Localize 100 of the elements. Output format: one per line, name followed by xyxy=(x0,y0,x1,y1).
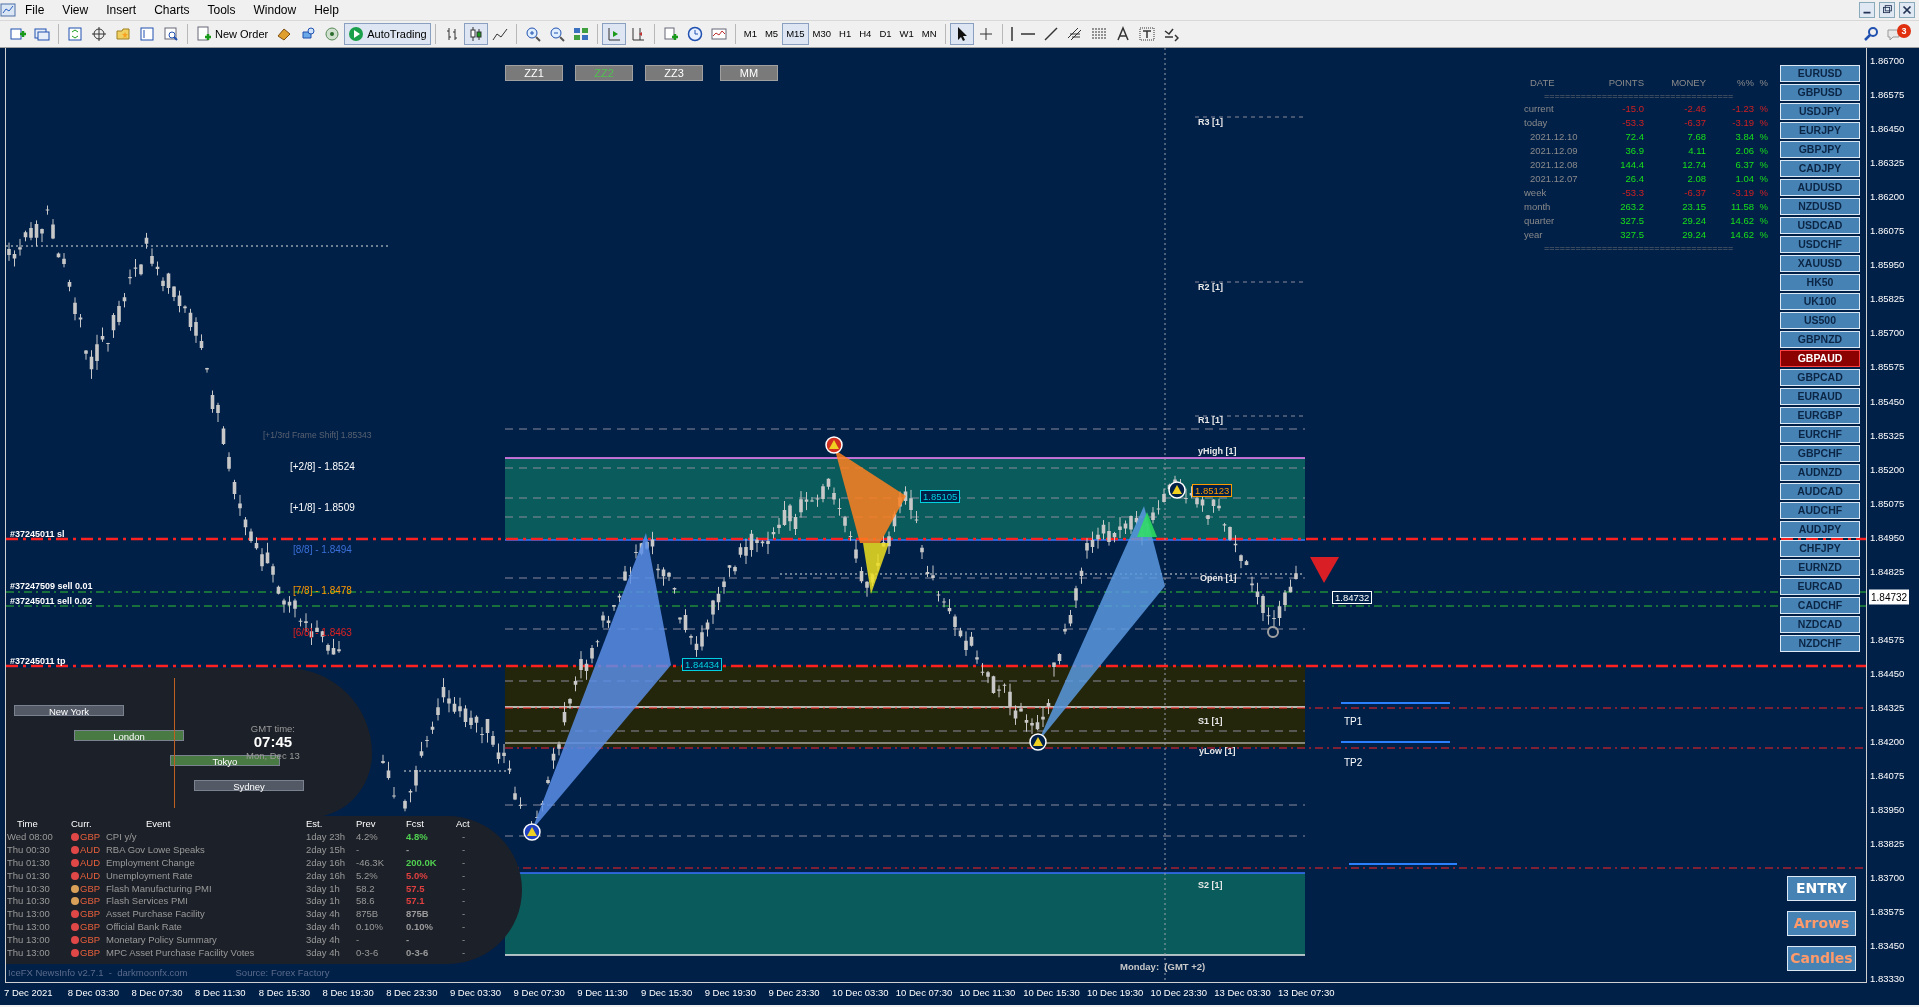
action-button[interactable]: ENTRY xyxy=(1787,876,1856,901)
menu-item[interactable]: Charts xyxy=(145,0,199,21)
symbol-button[interactable]: AUDUSD xyxy=(1780,179,1860,196)
symbol-button[interactable]: GBPCHF xyxy=(1780,445,1860,462)
price-label: 1.85825 xyxy=(1870,292,1905,307)
table-cell-text: -15.0 xyxy=(1621,102,1644,116)
menu-item[interactable]: View xyxy=(53,0,98,21)
price-label: 1.84325 xyxy=(1870,700,1905,715)
table-cell-text: -2.46 xyxy=(1683,102,1706,116)
cursor-button[interactable] xyxy=(949,23,974,45)
table-cell-text: 23.15 xyxy=(1681,200,1706,214)
symbol-button[interactable]: EURGBP xyxy=(1780,407,1860,424)
table-cell-text: % xyxy=(1758,144,1768,158)
search-icon[interactable] xyxy=(1863,26,1879,42)
indicator-toggle-button[interactable]: ZZ3 xyxy=(645,65,703,81)
separator-text: ==================================== xyxy=(1544,242,1735,254)
notifications-button[interactable]: 3 xyxy=(1887,24,1911,44)
table-cell-text: 3day 4h xyxy=(306,921,341,935)
pivot-label: R3 [1] xyxy=(1198,116,1223,129)
table-cell-text: Thu 10:30 xyxy=(7,882,51,896)
symbol-button[interactable]: AUDCAD xyxy=(1780,483,1860,500)
timeframe-button[interactable]: M5 xyxy=(760,23,783,45)
new-order-button[interactable]: New Order xyxy=(192,23,273,45)
column-header: Time xyxy=(16,818,39,831)
symbol-button[interactable]: HK50 xyxy=(1780,274,1860,291)
symbol-button[interactable]: NZDCHF xyxy=(1780,635,1860,652)
timeframe-button[interactable]: M15 xyxy=(782,23,809,45)
timeframe-button[interactable]: D1 xyxy=(875,23,896,45)
symbol-button[interactable]: GBPAUD xyxy=(1780,350,1860,367)
symbol-button[interactable]: EURJPY xyxy=(1780,122,1860,139)
symbol-button[interactable]: NZDUSD xyxy=(1780,198,1860,215)
time-label: 10 Dec 23:30 xyxy=(1150,986,1208,1000)
timeframe-button[interactable]: M1 xyxy=(739,23,761,45)
candlestick-button[interactable] xyxy=(463,23,488,45)
timeframe-button[interactable]: H1 xyxy=(835,23,856,45)
symbol-button[interactable]: CADCHF xyxy=(1780,597,1860,614)
table-cell-text: Official Bank Rate xyxy=(106,921,183,935)
indicators-icon xyxy=(662,26,679,42)
candlestick-icon xyxy=(467,26,484,42)
menu-item[interactable]: File xyxy=(16,0,54,21)
price-label: 1.86575 xyxy=(1870,87,1905,102)
close-icon[interactable] xyxy=(1899,2,1915,18)
symbol-button[interactable]: AUDCHF xyxy=(1780,502,1860,519)
arrows-icon xyxy=(1162,26,1179,42)
symbol-button[interactable]: USDJPY xyxy=(1780,103,1860,120)
symbol-button[interactable]: EURUSD xyxy=(1780,65,1860,82)
pivot-label: Open [1] xyxy=(1200,572,1237,585)
time-label: 8 Dec 11:30 xyxy=(195,986,246,1000)
indicator-toggle-button[interactable]: MM xyxy=(720,65,778,81)
timeframe-button[interactable]: H4 xyxy=(855,23,876,45)
symbol-button[interactable]: GBPCAD xyxy=(1780,369,1860,386)
symbol-button[interactable]: AUDJPY xyxy=(1780,521,1860,538)
table-cell-text: - xyxy=(461,830,467,844)
table-cell-text: GBP xyxy=(80,882,102,896)
symbol-button[interactable]: EURCAD xyxy=(1780,578,1860,595)
tile-windows-icon xyxy=(572,26,589,42)
menu-item[interactable]: Insert xyxy=(97,0,146,21)
symbol-button[interactable]: USDCAD xyxy=(1780,217,1860,234)
symbol-button[interactable]: USDCHF xyxy=(1780,236,1860,253)
symbol-button[interactable]: GBPUSD xyxy=(1780,84,1860,101)
timeframe-button[interactable]: MN xyxy=(917,23,941,45)
price-label: 1.84950 xyxy=(1870,530,1905,545)
symbol-button[interactable]: CHFJPY xyxy=(1780,540,1860,557)
price-label: 1.83450 xyxy=(1870,939,1905,954)
symbol-button[interactable]: EURAUD xyxy=(1780,388,1860,405)
table-cell-text: 0.10% xyxy=(356,921,384,935)
table-cell-text: 29.24 xyxy=(1681,228,1706,242)
table-cell-text: 0-3-6 xyxy=(356,947,380,960)
symbol-button[interactable]: CADJPY xyxy=(1780,160,1860,177)
row-label: 2021.12.08 xyxy=(1529,158,1579,172)
auto-scroll-button[interactable] xyxy=(601,23,626,45)
table-cell-text: 327.5 xyxy=(1619,228,1644,242)
table-cell: 57.1 xyxy=(406,895,425,909)
symbol-button[interactable]: GBPNZD xyxy=(1780,331,1860,348)
minimize-icon[interactable] xyxy=(1859,2,1875,18)
autotrading-button[interactable]: AutoTrading xyxy=(344,23,431,45)
symbol-button[interactable]: AUDNZD xyxy=(1780,464,1860,481)
action-button[interactable]: Candles xyxy=(1787,946,1856,971)
timeframe-button[interactable]: M30 xyxy=(808,23,836,45)
menu-item[interactable]: Tools xyxy=(198,0,245,21)
symbol-button[interactable]: EURNZD xyxy=(1780,559,1860,576)
symbol-button[interactable]: US500 xyxy=(1780,312,1860,329)
table-cell-text: MPC Asset Purchase Facility Votes xyxy=(106,947,256,960)
timeframe-button[interactable]: W1 xyxy=(895,23,918,45)
symbol-button[interactable]: XAUUSD xyxy=(1780,255,1860,272)
action-button[interactable]: Arrows xyxy=(1787,911,1856,936)
symbol-button[interactable]: GBPJPY xyxy=(1780,141,1860,158)
footer-text: IceFX NewsInfo v2.7.1 - darkmoonfx.com xyxy=(8,966,188,980)
menu-item[interactable]: Help xyxy=(305,0,348,21)
indicator-toggle-button[interactable]: ZZ1 xyxy=(505,65,563,81)
table-cell-text: Flash Manufacturing PMI xyxy=(106,882,213,896)
menu-item[interactable]: Window xyxy=(244,0,306,21)
time-label: 9 Dec 11:30 xyxy=(577,986,628,1000)
symbol-button[interactable]: NZDCAD xyxy=(1780,616,1860,633)
restore-icon[interactable] xyxy=(1879,2,1895,18)
table-cell-text: 2.06 xyxy=(1734,144,1754,158)
symbol-button[interactable]: UK100 xyxy=(1780,293,1860,310)
table-cell-text: 3.84 xyxy=(1734,130,1754,144)
symbol-button[interactable]: EURCHF xyxy=(1780,426,1860,443)
column-header: MONEY xyxy=(1670,76,1706,90)
